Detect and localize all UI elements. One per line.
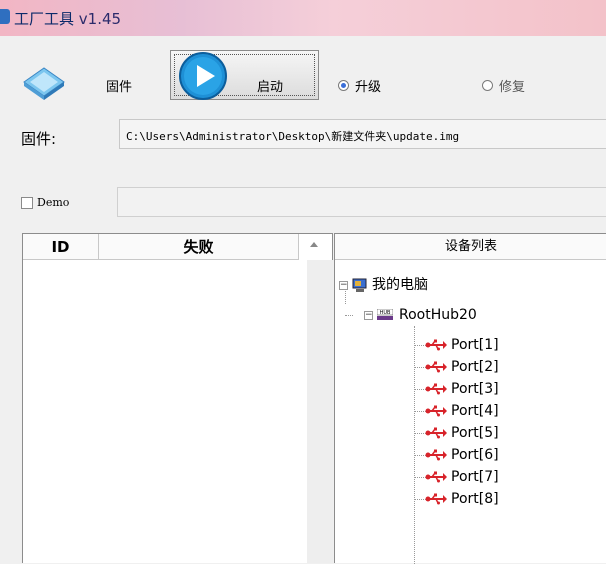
tree-node-port[interactable]: Port[2] (425, 356, 499, 378)
tree-node-label: Port[8] (451, 491, 499, 507)
tree-node-label: 我的电脑 (372, 277, 428, 293)
tree-node-port[interactable]: Port[1] (425, 334, 499, 356)
app-icon (0, 9, 10, 24)
tree-node-label: Port[5] (451, 425, 499, 441)
firmware-path-field[interactable]: C:\Users\Administrator\Desktop\新建文件夹\upd… (119, 119, 606, 149)
tree-connector (345, 315, 353, 316)
tree-node-label: RootHub20 (399, 307, 477, 323)
device-tree[interactable]: 设备列表 − 我的电脑 − HUB RootHub20 Port[1] Port[… (334, 233, 606, 564)
checkbox-box (21, 196, 33, 209)
tree-connector (414, 326, 415, 564)
tree-node-roothub[interactable]: − HUB RootHub20 (364, 304, 477, 326)
radio-dot-unchecked (482, 80, 493, 91)
tree-node-port[interactable]: Port[5] (425, 422, 499, 444)
scroll-up-arrow-icon[interactable] (310, 242, 318, 247)
collapse-icon[interactable]: − (339, 280, 348, 290)
usb-port-icon (425, 361, 447, 373)
tree-node-port[interactable]: Port[7] (425, 466, 499, 488)
repair-radio-label: 修复 (499, 80, 526, 95)
demo-checkbox[interactable]: Demo (21, 196, 69, 209)
column-header-id[interactable]: ID (23, 234, 99, 260)
tree-node-label: Port[6] (451, 447, 499, 463)
repair-radio[interactable]: 修复 (482, 76, 525, 95)
tree-node-port[interactable]: Port[6] (425, 444, 499, 466)
tree-node-my-computer[interactable]: − 我的电脑 (339, 274, 428, 296)
usb-port-icon (425, 405, 447, 417)
play-icon[interactable] (178, 51, 228, 101)
upgrade-radio-label: 升级 (355, 80, 382, 95)
start-button-label[interactable]: 启动 (257, 76, 283, 95)
window-title: 工厂工具 v1.45 (14, 8, 121, 29)
tree-node-label: Port[1] (451, 337, 499, 353)
tree-node-port[interactable]: Port[8] (425, 488, 499, 510)
usb-port-icon (425, 493, 447, 505)
usb-port-icon (425, 449, 447, 461)
usb-port-icon (425, 339, 447, 351)
tree-node-port[interactable]: Port[4] (425, 400, 499, 422)
tree-node-port[interactable]: Port[3] (425, 378, 499, 400)
title-bar[interactable]: 工厂工具 v1.45 (0, 0, 606, 36)
app-version: v1.45 (78, 10, 122, 28)
svg-text:HUB: HUB (380, 310, 391, 316)
usb-port-icon (425, 427, 447, 439)
vertical-scrollbar[interactable] (307, 260, 333, 563)
tree-node-label: Port[7] (451, 469, 499, 485)
result-list[interactable]: ID 失败 (22, 233, 333, 563)
radio-dot-checked (338, 80, 349, 91)
firmware-path-label: 固件: (21, 130, 57, 148)
tree-node-label: Port[2] (451, 359, 499, 375)
app-name: 工厂工具 (14, 10, 75, 28)
device-list-header: 设备列表 (335, 234, 606, 260)
usb-port-icon (425, 471, 447, 483)
collapse-icon[interactable]: − (364, 310, 373, 320)
usb-hub-icon: HUB (377, 309, 393, 320)
upgrade-radio[interactable]: 升级 (338, 76, 381, 95)
computer-icon (352, 278, 367, 292)
column-header-failed[interactable]: 失败 (99, 234, 299, 260)
demo-input[interactable] (117, 187, 606, 217)
firmware-icon[interactable] (20, 62, 68, 102)
tree-node-label: Port[3] (451, 381, 499, 397)
firmware-button-label[interactable]: 固件 (106, 76, 132, 95)
usb-port-icon (425, 383, 447, 395)
tree-node-label: Port[4] (451, 403, 499, 419)
demo-checkbox-label: Demo (37, 196, 70, 209)
